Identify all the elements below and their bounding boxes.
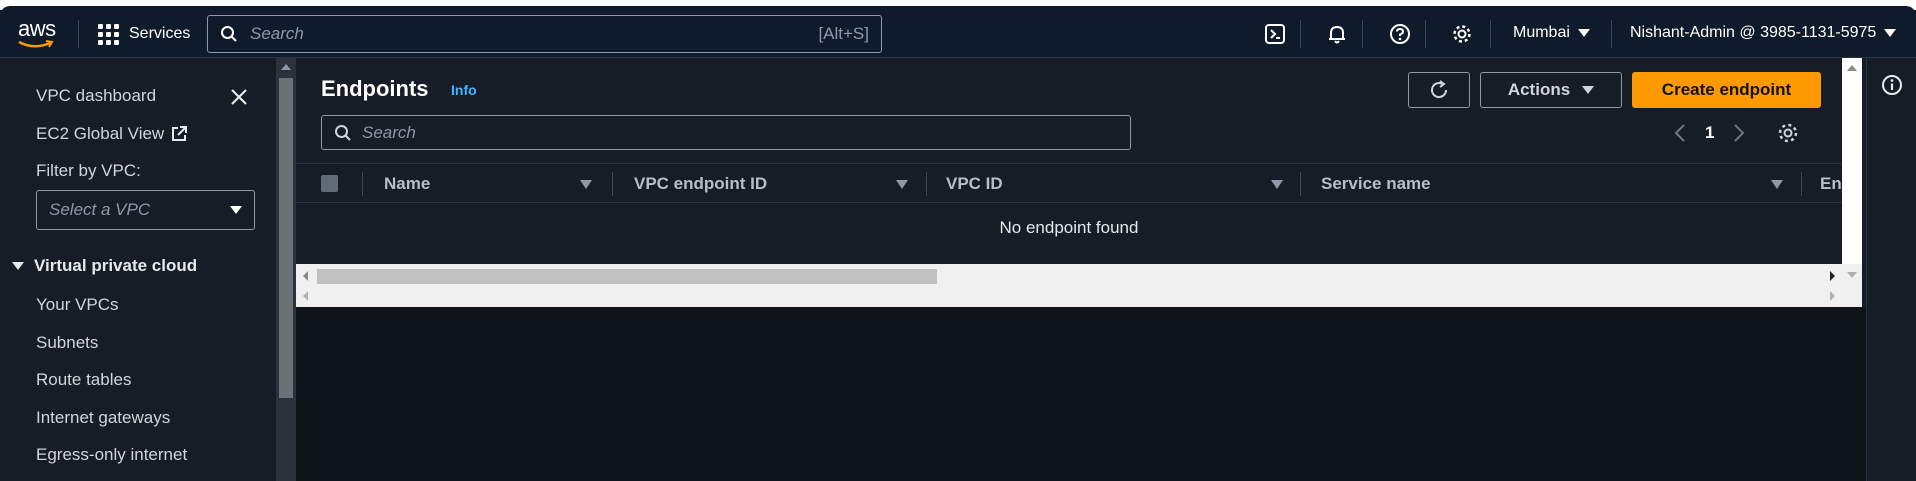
search-icon [335,124,351,141]
search-shortcut-hint: [Alt+S] [818,24,869,43]
sidebar-item-subnets[interactable]: Subnets [36,333,98,353]
scrollbar-thumb[interactable] [317,269,937,284]
table-search-box[interactable] [321,115,1131,150]
column-header-truncated[interactable]: En [1820,174,1842,194]
info-icon[interactable] [1881,74,1903,96]
scroll-down-arrow-icon[interactable] [1847,272,1857,278]
aws-logo[interactable]: aws [18,18,62,52]
caret-down-icon [1577,29,1590,37]
external-link-icon [172,126,188,141]
services-label: Services [129,25,191,42]
help-icon[interactable] [1388,22,1412,46]
nav-divider [78,20,79,48]
column-header-name[interactable]: Name [384,174,430,194]
global-search-box[interactable]: [Alt+S] [207,15,882,53]
bell-icon[interactable] [1325,22,1349,46]
horizontal-scrollbar[interactable] [296,264,1842,307]
endpoints-panel: Endpoints Info Actions Create endpoint 1 [296,58,1866,307]
top-navigation-bar: aws Services [Alt+S] [0,10,1916,58]
nav-divider [1300,20,1301,48]
sidebar-item-internet-gateways[interactable]: Internet gateways [36,408,170,428]
grid-icon [98,23,119,45]
sidebar-navigation: VPC dashboard EC2 Global View Filter by … [0,58,276,481]
sort-caret-icon[interactable] [1771,180,1783,189]
section-virtual-private-cloud[interactable]: Virtual private cloud [12,256,197,276]
right-tools-rail [1866,58,1916,481]
account-label: Nishant-Admin @ 3985-1131-5975 [1630,24,1877,41]
refresh-icon [1431,80,1448,99]
vpc-filter-select[interactable]: Select a VPC [36,190,255,230]
sidebar-item-ec2-global-view[interactable]: EC2 Global View [36,124,188,144]
sidebar-item-vpc-dashboard[interactable]: VPC dashboard [36,86,156,106]
sort-caret-icon[interactable] [896,180,908,189]
search-icon [221,26,237,42]
caret-down-icon [12,262,24,270]
aws-smile-icon [18,40,54,48]
chevron-right-icon[interactable] [1732,122,1746,144]
sidebar-scrollbar[interactable] [276,58,296,481]
scroll-up-arrow-icon[interactable] [1847,65,1857,71]
scrollbar-thumb[interactable] [279,78,293,398]
sidebar-item-your-vpcs[interactable]: Your VPCs [36,295,119,315]
close-icon[interactable] [228,86,250,108]
settings-gear-icon[interactable] [1776,121,1800,145]
table-search-input[interactable] [362,122,1118,143]
actions-label: Actions [1507,80,1571,99]
pagination: 1 [1673,119,1800,147]
browser-frame-strip [0,0,1916,16]
empty-content-area [296,307,1866,481]
sidebar-item-route-tables[interactable]: Route tables [36,370,131,390]
refresh-button[interactable] [1408,72,1470,108]
nav-divider [1490,20,1491,48]
caret-down-icon [230,206,242,214]
column-header-vpc-endpoint-id[interactable]: VPC endpoint ID [634,174,767,194]
region-label: Mumbai [1513,24,1570,41]
chevron-left-icon[interactable] [1673,122,1687,144]
sort-caret-icon[interactable] [580,180,592,189]
scroll-up-arrow-icon[interactable] [281,64,291,70]
select-all-checkbox[interactable] [321,175,338,192]
sort-caret-icon[interactable] [1271,180,1283,189]
empty-state-message: No endpoint found [999,218,1139,237]
create-endpoint-button[interactable]: Create endpoint [1632,72,1821,108]
scroll-right-arrow-icon[interactable] [1830,291,1835,301]
caret-down-icon [1884,29,1897,37]
nav-divider [1362,20,1363,48]
column-divider [362,172,363,196]
column-header-service-name[interactable]: Service name [1321,174,1431,194]
column-header-vpc-id[interactable]: VPC ID [946,174,1003,194]
nav-divider [1611,20,1612,48]
section-title: Virtual private cloud [34,256,198,275]
column-divider [1300,172,1301,196]
table-header-row: Name VPC endpoint ID VPC ID Service name… [296,163,1842,203]
aws-logo-text: aws [18,16,56,41]
region-selector[interactable]: Mumbai [1513,24,1590,42]
cloudshell-icon[interactable] [1263,22,1287,46]
scroll-right-arrow-icon[interactable] [1830,271,1835,281]
actions-dropdown-button[interactable]: Actions [1480,72,1622,108]
column-divider [612,172,613,196]
account-menu[interactable]: Nishant-Admin @ 3985-1131-5975 [1630,24,1897,42]
sidebar-item-label: EC2 Global View [36,124,165,143]
sidebar-item-egress-only-internet-gateways[interactable]: Egress-only internet [36,445,187,465]
vertical-scrollbar[interactable] [1842,58,1862,307]
page-title: Endpoints [321,76,429,101]
page-number[interactable]: 1 [1705,123,1714,143]
scroll-left-arrow-icon[interactable] [303,271,308,281]
nav-divider [1425,20,1426,48]
services-menu-button[interactable]: Services [98,22,190,46]
column-divider [926,172,927,196]
caret-down-icon [1582,86,1595,94]
info-link[interactable]: Info [451,82,477,98]
column-divider [1801,172,1802,196]
vpc-select-placeholder: Select a VPC [49,200,151,219]
global-search-input[interactable] [250,24,819,44]
filter-by-vpc-label: Filter by VPC: [36,161,141,180]
settings-gear-icon[interactable] [1450,22,1474,46]
scroll-left-arrow-icon[interactable] [303,291,308,301]
